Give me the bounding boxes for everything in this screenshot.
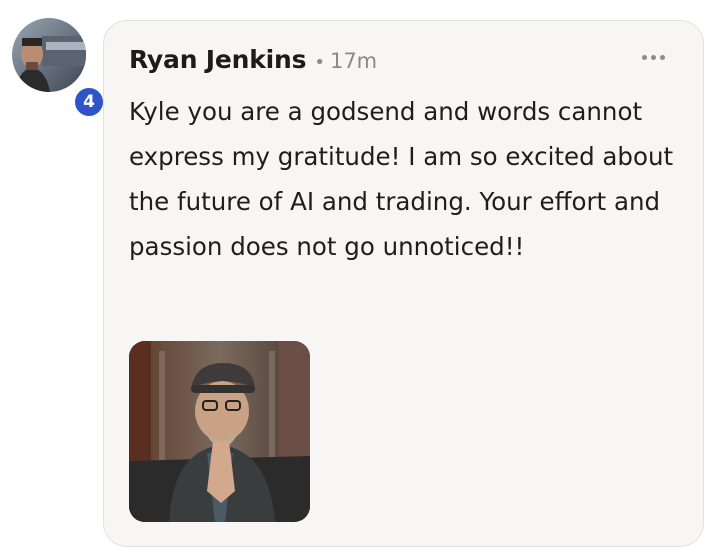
gif-attachment[interactable]: [129, 341, 310, 522]
comment-text: Kyle you are a godsend and words cannot …: [129, 97, 674, 261]
avatar-container[interactable]: 4: [12, 18, 106, 119]
more-dot: [642, 55, 647, 60]
author-name[interactable]: Ryan Jenkins: [129, 45, 307, 74]
more-horizontal-icon[interactable]: [642, 55, 665, 60]
avatar[interactable]: [12, 18, 86, 92]
more-dot: [660, 55, 665, 60]
more-dot: [651, 55, 656, 60]
comment-timestamp[interactable]: 17m: [330, 49, 377, 73]
comment-thread: 4 Ryan Jenkins • 17m Kyle you are a gods…: [0, 0, 720, 548]
level-badge: 4: [72, 85, 106, 119]
comment-bubble: Ryan Jenkins • 17m Kyle you are a godsen…: [103, 20, 704, 547]
meta-separator: •: [314, 52, 325, 73]
comment-header: Ryan Jenkins • 17m: [129, 45, 377, 74]
